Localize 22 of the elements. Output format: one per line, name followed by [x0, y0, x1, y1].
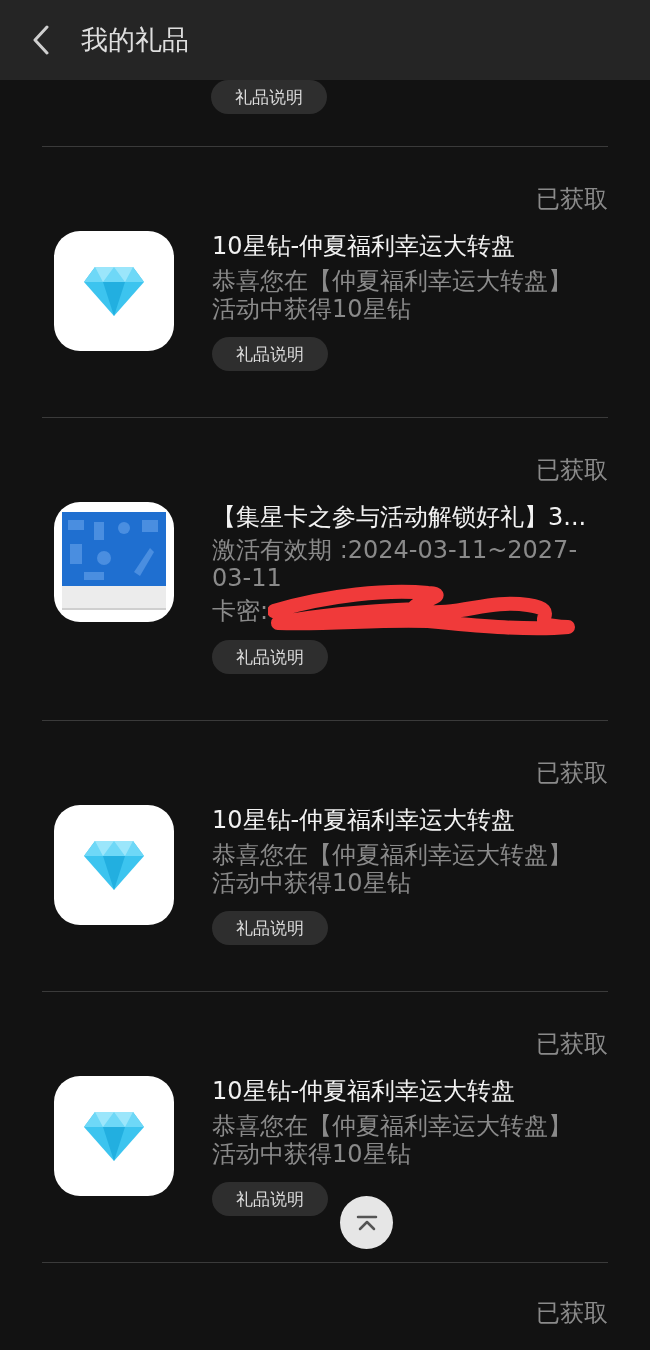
gift-description: 恭喜您在【仲夏福利幸运大转盘】活动中获得10星钻: [212, 267, 573, 323]
page-title: 我的礼品: [81, 22, 189, 57]
status-label: 已获取: [536, 1030, 608, 1058]
gift-title: 10星钻-仲夏福利幸运大转盘: [212, 805, 516, 835]
status-label: 已获取: [536, 456, 608, 484]
gift-title: 10星钻-仲夏福利幸运大转盘: [212, 1076, 516, 1106]
card-code-label: 卡密:: [212, 597, 269, 625]
validity-text: 激活有效期 :2024-03-11~2027-03-11: [212, 536, 579, 592]
status-label: 已获取: [536, 185, 608, 213]
back-to-top-button[interactable]: [340, 1196, 393, 1249]
gift-info-button[interactable]: 礼品说明: [211, 80, 327, 114]
gift-title: 【集星卡之参与活动解锁好礼】3...: [212, 502, 587, 532]
gift-info-button[interactable]: 礼品说明: [212, 640, 328, 674]
gift-info-button[interactable]: 礼品说明: [212, 337, 328, 371]
gift-info-button[interactable]: 礼品说明: [212, 911, 328, 945]
caret-up-icon: [355, 1214, 378, 1231]
gift-description: 恭喜您在【仲夏福利幸运大转盘】活动中获得10星钻: [212, 1112, 573, 1168]
status-label: 已获取: [536, 759, 608, 787]
gift-description: 恭喜您在【仲夏福利幸运大转盘】活动中获得10星钻: [212, 841, 573, 897]
status-label: 已获取: [536, 1299, 608, 1327]
gift-title: 10星钻-仲夏福利幸运大转盘: [212, 231, 516, 261]
gift-info-button[interactable]: 礼品说明: [212, 1182, 328, 1216]
